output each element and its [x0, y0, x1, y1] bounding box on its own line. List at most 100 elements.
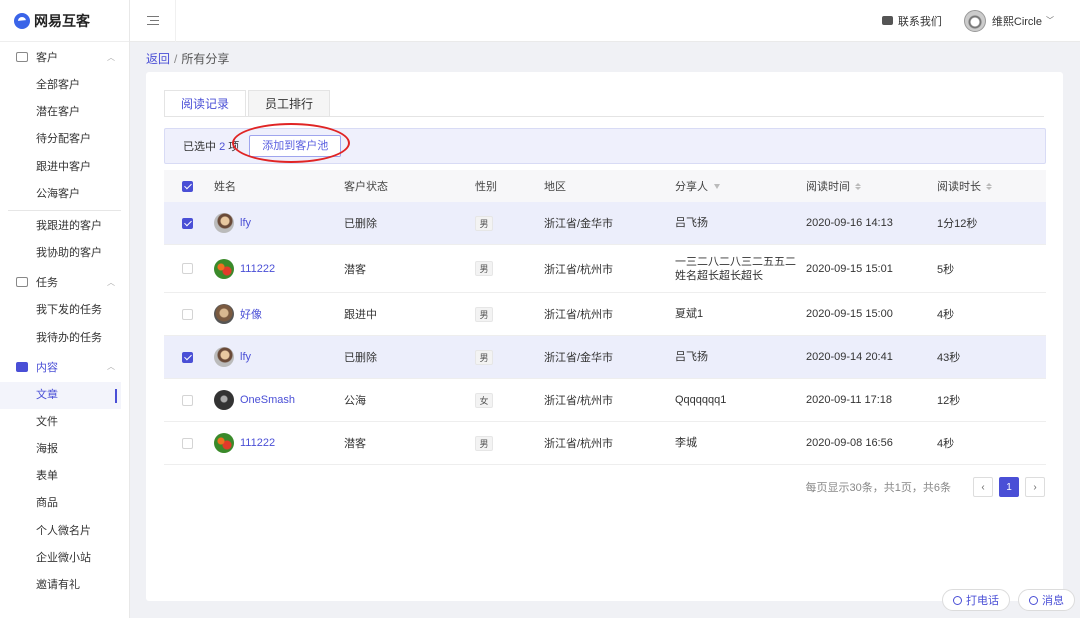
gender-badge: 男 [475, 349, 493, 365]
sidebar-item-files[interactable]: 文件 [0, 409, 129, 436]
table-row[interactable]: 好像 跟进中 男 浙江省/杭州市 夏斌1 2020-09-15 15:00 4秒 [164, 293, 1046, 336]
customer-name-link[interactable]: 111222 [240, 437, 275, 449]
gender-cell: 男 [475, 215, 544, 231]
sidebar-group-content[interactable]: 内容 ︿ [0, 352, 129, 382]
table-row[interactable]: 111222 潜客 男 浙江省/杭州市 一三二八二八三二五五二 姓名超长超长超长 … [164, 245, 1046, 293]
sort-icon[interactable] [986, 182, 992, 190]
call-button[interactable]: 打电话 [942, 589, 1010, 611]
back-link[interactable]: 返回 [146, 52, 170, 66]
sidebar-group-label: 客户 [36, 52, 58, 64]
selection-prefix: 已选中 [183, 141, 216, 153]
customer-name-link[interactable]: lfy [240, 217, 251, 229]
duration-cell: 12秒 [937, 395, 961, 407]
gender-cell: 女 [475, 392, 544, 408]
sidebar-item-potential-customers[interactable]: 潜在客户 [0, 99, 129, 126]
selection-count: 已选中 2 项 [183, 138, 239, 154]
sidebar-group-customers[interactable]: 客户 ︿ [0, 42, 129, 72]
select-all-checkbox[interactable] [182, 180, 193, 192]
sidebar-item-posters[interactable]: 海报 [0, 436, 129, 463]
tab-underline [164, 116, 1044, 117]
column-header-read-time-label: 阅读时间 [806, 181, 850, 193]
region-cell: 浙江省/杭州市 [544, 395, 614, 407]
region-cell: 浙江省/杭州市 [544, 309, 614, 321]
pagination-summary: 每页显示30条，共1页，共6条 [805, 482, 951, 494]
next-page-button[interactable]: › [1025, 477, 1045, 497]
row-checkbox[interactable] [182, 263, 193, 274]
sidebar-item-all-customers[interactable]: 全部客户 [0, 72, 129, 99]
sidebar-item-referral[interactable]: 邀请有礼 [0, 572, 129, 599]
status-cell: 已删除 [344, 352, 377, 364]
table-row[interactable]: 111222 潜客 男 浙江省/杭州市 李城 2020-09-08 16:56 … [164, 422, 1046, 465]
contact-us-link[interactable]: 联系我们 [881, 13, 942, 29]
user-menu[interactable]: 维熙Circle ﹀ [963, 9, 1054, 32]
status-cell: 潜客 [344, 438, 366, 450]
gender-cell: 男 [475, 306, 544, 322]
breadcrumb: 返回 / 所有分享 [146, 50, 229, 67]
gender-cell: 男 [475, 349, 544, 365]
column-header-sharer[interactable]: 分享人 [675, 178, 806, 194]
column-header-read-time[interactable]: 阅读时间 [806, 178, 937, 194]
customer-name-link[interactable]: 111222 [240, 263, 275, 275]
sidebar-item-forms[interactable]: 表单 [0, 463, 129, 490]
sidebar-item-micro-site[interactable]: 企业微小站 [0, 545, 129, 572]
customer-name-link[interactable]: 好像 [240, 306, 262, 322]
tab-read-records[interactable]: 阅读记录 [164, 90, 246, 117]
sidebar-item-issued-tasks[interactable]: 我下发的任务 [0, 297, 129, 324]
tabs: 阅读记录 员工排行 [164, 90, 330, 117]
sidebar-toggle-button[interactable] [130, 0, 176, 42]
message-button[interactable]: 消息 [1018, 589, 1075, 611]
region-cell: 浙江省/金华市 [544, 352, 614, 364]
tab-staff-ranking[interactable]: 员工排行 [248, 90, 330, 117]
sidebar-item-articles[interactable]: 文章 [0, 381, 121, 409]
customer-cell: 111222 [214, 433, 344, 453]
sidebar-group-tasks[interactable]: 任务 ︿ [0, 267, 129, 297]
chevron-down-icon: ﹀ [1046, 16, 1054, 25]
column-header-duration[interactable]: 阅读时长 [937, 178, 1046, 194]
sidebar-item-my-assisted[interactable]: 我协助的客户 [0, 240, 129, 267]
phone-icon [953, 595, 962, 605]
brand-logo[interactable]: 网易互客 [0, 0, 129, 42]
chat-bubble-icon [881, 16, 893, 25]
avatar [214, 390, 234, 410]
customer-cell: lfy [214, 213, 344, 233]
sidebar-item-business-card[interactable]: 个人微名片 [0, 518, 129, 545]
menu-fold-icon [146, 16, 159, 25]
gender-badge: 男 [475, 261, 493, 276]
customer-name-link[interactable]: lfy [240, 351, 251, 363]
add-to-customer-pool-button[interactable]: 添加到客户池 [249, 135, 342, 157]
sidebar-item-unassigned-customers[interactable]: 待分配客户 [0, 126, 129, 153]
sidebar-item-following-customers[interactable]: 跟进中客户 [0, 154, 129, 181]
avatar [214, 213, 234, 233]
selection-bar: 已选中 2 项 添加到客户池 [164, 128, 1046, 164]
row-checkbox[interactable] [182, 437, 193, 449]
sidebar-item-public-customers[interactable]: 公海客户 [0, 181, 129, 208]
row-checkbox[interactable] [182, 217, 193, 229]
row-checkbox[interactable] [182, 394, 193, 406]
sidebar-item-todo-tasks[interactable]: 我待办的任务 [0, 325, 129, 352]
table-row[interactable]: lfy 已删除 男 浙江省/金华市 吕飞扬 2020-09-14 20:41 4… [164, 336, 1046, 379]
sidebar-item-products[interactable]: 商品 [0, 490, 129, 517]
contact-us-label: 联系我们 [897, 15, 942, 28]
gender-badge: 男 [475, 435, 493, 451]
column-header-name: 姓名 [214, 181, 236, 193]
customer-name-link[interactable]: OneSmash [240, 394, 295, 406]
read-time-cell: 2020-09-14 20:41 [806, 351, 893, 363]
brand-logo-icon [14, 12, 30, 29]
table-row[interactable]: OneSmash 公海 女 浙江省/杭州市 Qqqqqqq1 2020-09-1… [164, 379, 1046, 422]
page-button-current[interactable]: 1 [999, 477, 1019, 497]
customer-cell: 111222 [214, 258, 344, 279]
prev-page-button[interactable]: ‹ [973, 477, 993, 497]
column-header-sharer-label: 分享人 [675, 181, 708, 193]
row-checkbox[interactable] [182, 351, 193, 363]
sort-icon[interactable] [855, 182, 861, 190]
duration-cell: 4秒 [937, 309, 955, 321]
row-checkbox[interactable] [182, 308, 193, 320]
main-card: 阅读记录 员工排行 已选中 2 项 添加到客户池 姓名 客户状态 性别 地区 分… [146, 72, 1063, 601]
sidebar: 网易互客 客户 ︿ 全部客户 潜在客户 待分配客户 跟进中客户 公海客户 我跟进… [0, 0, 130, 618]
customer-cell: 好像 [214, 304, 344, 324]
filter-icon[interactable] [714, 183, 720, 189]
table-row[interactable]: lfy 已删除 男 浙江省/金华市 吕飞扬 2020-09-16 14:13 1… [164, 202, 1046, 245]
region-cell: 浙江省/杭州市 [544, 438, 614, 450]
sidebar-item-my-followed[interactable]: 我跟进的客户 [0, 213, 129, 240]
column-header-region: 地区 [544, 181, 566, 193]
